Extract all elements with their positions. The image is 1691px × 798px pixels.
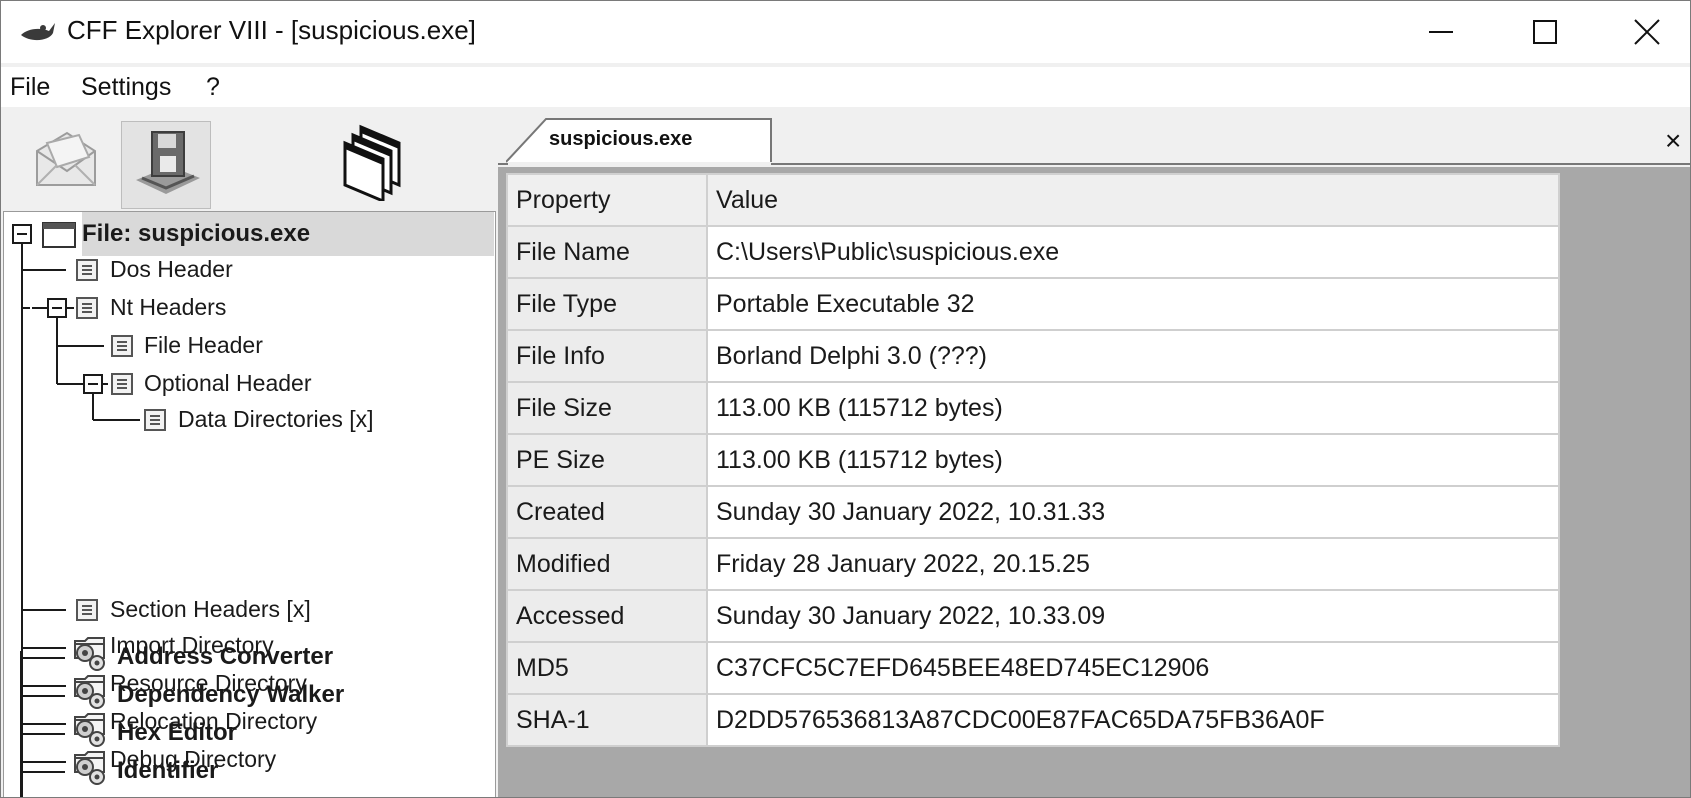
menu-settings[interactable]: Settings [81,73,171,102]
property-cell: Created [506,485,708,539]
gears-icon [76,682,105,709]
toolbar [1,111,496,209]
property-cell: MD5 [506,641,708,695]
gears-icon [76,758,105,785]
minimize-icon [1429,31,1453,33]
gears-icon [76,720,105,747]
tree-item-label: Identifier [117,757,219,784]
maximize-icon [1533,20,1557,44]
property-cell: File Type [506,277,708,331]
tree-item-label: Dependency Walker [117,681,345,708]
column-header-value[interactable]: Value [706,173,1560,227]
value-cell[interactable]: 113.00 KB (115712 bytes) [706,381,1560,435]
property-cell: PE Size [506,433,708,487]
save-file-button[interactable] [121,121,211,209]
close-tab-icon[interactable]: × [1665,127,1681,155]
table-row[interactable]: Modified Friday 28 January 2022, 20.15.2… [506,537,1560,591]
save-file-icon [136,131,200,194]
property-cell: Modified [506,537,708,591]
table-row[interactable]: SHA-1 D2DD576536813A87CDC00E87FAC65DA75F… [506,693,1560,747]
menu-bar: File Settings ? [1,67,1690,107]
value-cell[interactable]: C37CFC5C7EFD645BEE48ED745EC12906 [706,641,1560,695]
value-cell[interactable]: Portable Executable 32 [706,277,1560,331]
value-cell[interactable]: Sunday 30 January 2022, 10.33.09 [706,589,1560,643]
cff-explorer-icon [21,23,55,41]
column-header-property[interactable]: Property [506,173,708,227]
value-cell[interactable]: Borland Delphi 3.0 (???) [706,329,1560,383]
table-row[interactable]: Created Sunday 30 January 2022, 10.31.33 [506,485,1560,539]
value-cell[interactable]: D2DD576536813A87CDC00E87FAC65DA75FB36A0F [706,693,1560,747]
property-cell: File Name [506,225,708,279]
table-header-row: Property Value [506,173,1560,227]
menu-help[interactable]: ? [206,73,220,102]
cff-explorer-window: CFF Explorer VIII - [suspicious.exe] Fil… [0,0,1691,798]
tab-underline [771,163,1690,165]
window-title: CFF Explorer VIII - [suspicious.exe] [67,15,476,45]
windows-button[interactable] [341,121,431,209]
minimize-button[interactable] [1391,1,1491,63]
maximize-button[interactable] [1495,1,1595,63]
property-cell: Accessed [506,589,708,643]
value-cell[interactable]: 113.00 KB (115712 bytes) [706,433,1560,487]
table-row[interactable]: File Type Portable Executable 32 [506,277,1560,331]
value-cell[interactable]: Sunday 30 January 2022, 10.31.33 [706,485,1560,539]
menu-file[interactable]: File [10,73,50,102]
table-row[interactable]: MD5 C37CFC5C7EFD645BEE48ED745EC12906 [506,641,1560,695]
title-bar: CFF Explorer VIII - [suspicious.exe] [1,1,1690,63]
close-button[interactable] [1597,1,1690,63]
value-cell[interactable]: C:\Users\Public\suspicious.exe [706,225,1560,279]
open-file-icon [36,131,96,186]
windows-icon [343,124,401,204]
tab-underline-left [498,163,508,165]
property-cell: SHA-1 [506,693,708,747]
table-row[interactable]: File Name C:\Users\Public\suspicious.exe [506,225,1560,279]
table-row[interactable]: File Info Borland Delphi 3.0 (???) [506,329,1560,383]
property-cell: File Info [506,329,708,383]
tree-item-label: Address Converter [117,643,334,670]
open-file-button[interactable] [23,121,113,209]
properties-table: Property Value File Name C:\Users\Public… [506,173,1560,747]
table-row[interactable]: File Size 113.00 KB (115712 bytes) [506,381,1560,435]
value-cell[interactable]: Friday 28 January 2022, 20.15.25 [706,537,1560,591]
property-cell: File Size [506,381,708,435]
tree-item-label: Hex Editor [117,719,238,746]
table-row[interactable]: Accessed Sunday 30 January 2022, 10.33.0… [506,589,1560,643]
table-row[interactable]: PE Size 113.00 KB (115712 bytes) [506,433,1560,487]
gears-icon [76,644,105,671]
tab-label[interactable]: suspicious.exe [549,128,692,151]
close-icon [1634,19,1660,45]
